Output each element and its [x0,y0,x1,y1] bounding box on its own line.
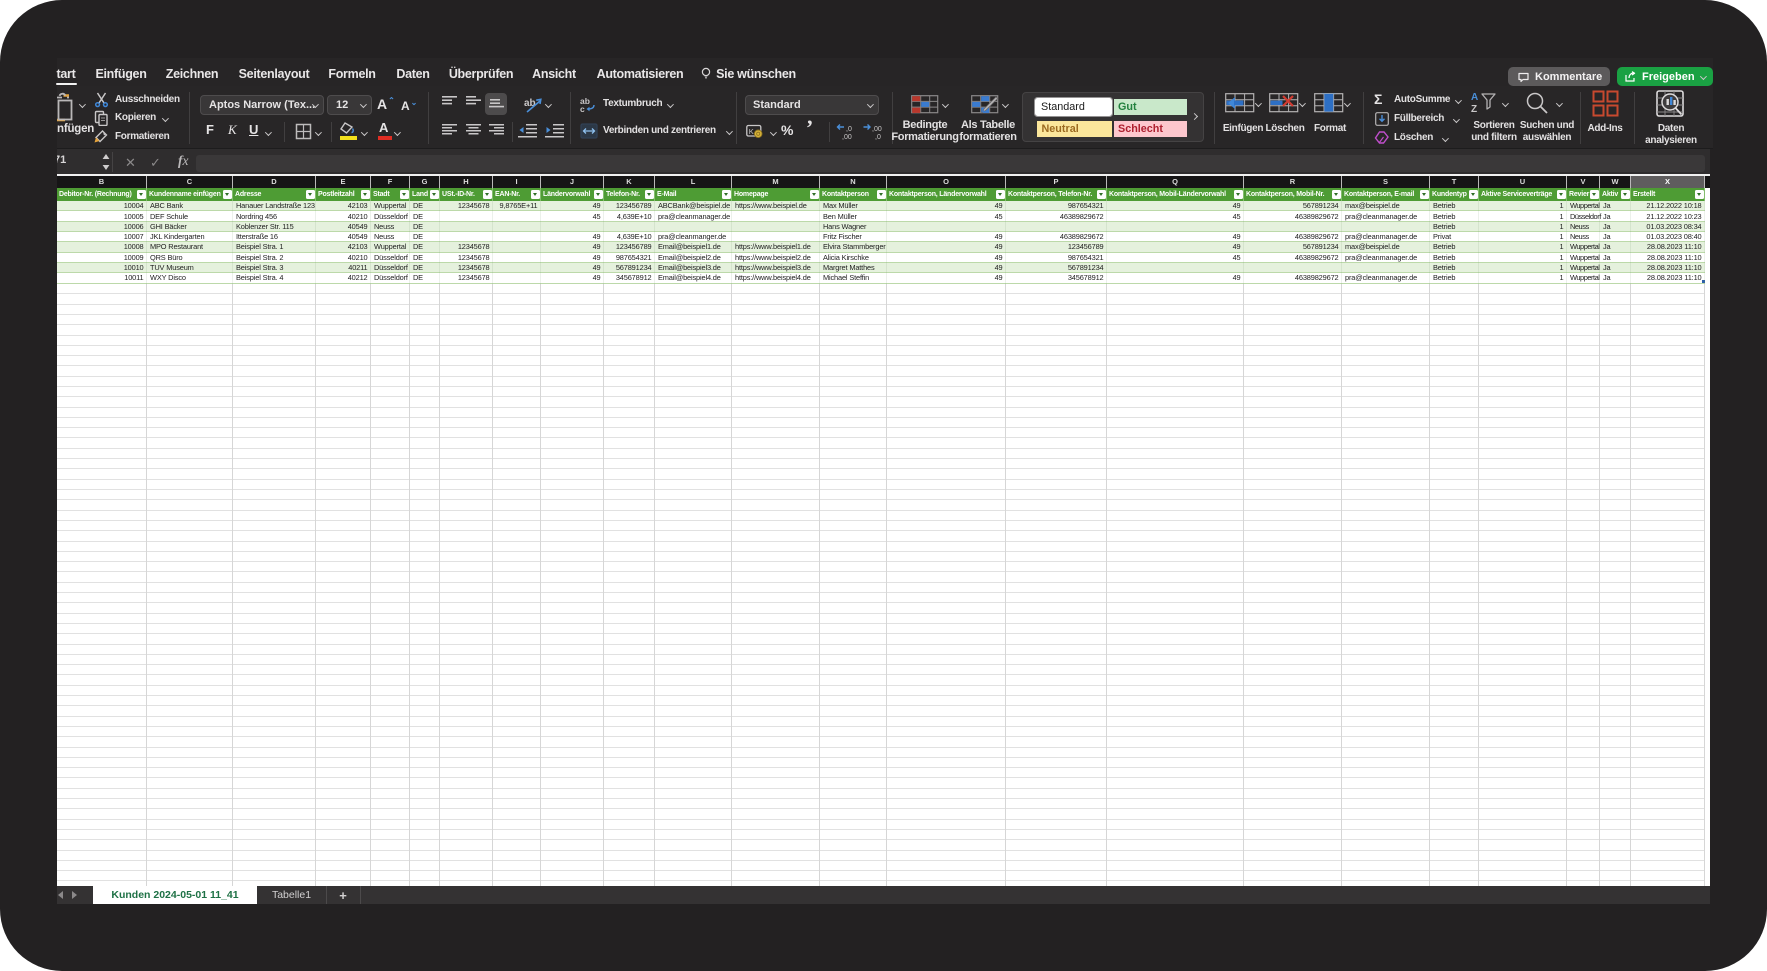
svg-text:,0: ,0 [846,126,852,133]
svg-text:,00: ,00 [842,134,852,140]
svg-text:ab: ab [524,98,536,109]
svg-text:Z: Z [1471,104,1477,115]
svg-text:K: K [749,127,754,136]
svg-text:A: A [1471,92,1478,103]
svg-text:c: c [580,104,585,113]
svg-text:,00: ,00 [872,126,882,133]
svg-text:,0: ,0 [875,134,881,140]
